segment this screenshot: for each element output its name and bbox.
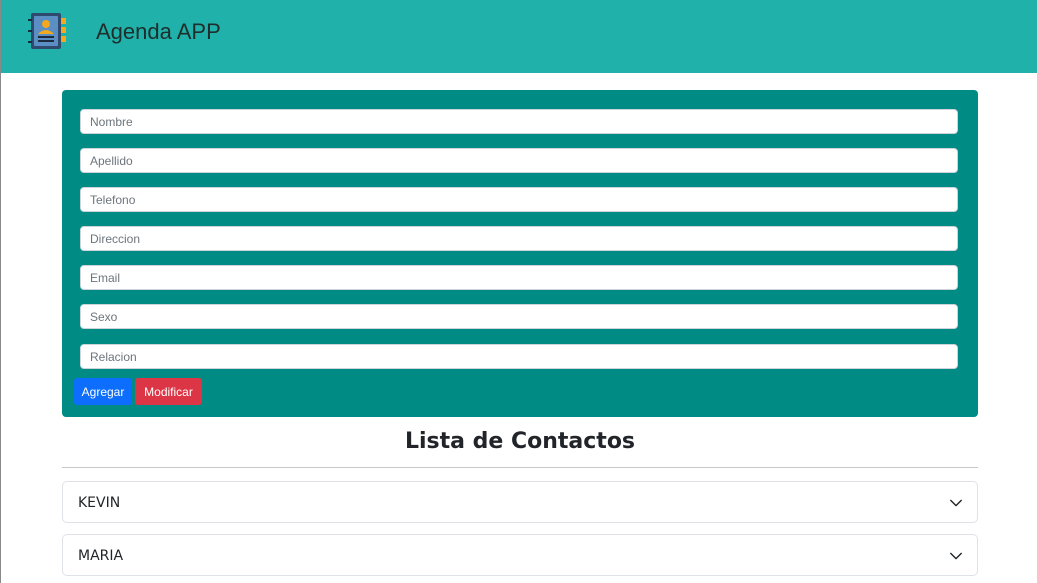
contact-form: Agregar Modificar [62, 90, 978, 417]
navbar: Agenda APP [1, 0, 1037, 73]
agregar-button[interactable]: Agregar [74, 378, 132, 405]
address-book-icon [28, 13, 66, 49]
contact-list-title: Lista de Contactos [404, 429, 636, 454]
apellido-input[interactable] [80, 148, 958, 173]
relacion-input[interactable] [80, 344, 958, 369]
divider [62, 467, 978, 468]
app-title: Agenda APP [96, 19, 221, 44]
contact-name: MARIA [78, 548, 124, 564]
contact-item-maria[interactable]: MARIA [62, 534, 978, 576]
sexo-input[interactable] [80, 304, 958, 329]
email-input[interactable] [80, 265, 958, 290]
contact-name: KEVIN [78, 495, 121, 511]
modificar-button[interactable]: Modificar [135, 378, 202, 405]
chevron-down-icon [950, 499, 962, 507]
nombre-input[interactable] [80, 109, 958, 134]
chevron-down-icon [950, 552, 962, 560]
telefono-input[interactable] [80, 187, 958, 212]
contact-item-kevin[interactable]: KEVIN [62, 481, 978, 523]
page: Agenda APP Agregar Modificar Lista de Co… [0, 0, 1037, 583]
direccion-input[interactable] [80, 226, 958, 251]
